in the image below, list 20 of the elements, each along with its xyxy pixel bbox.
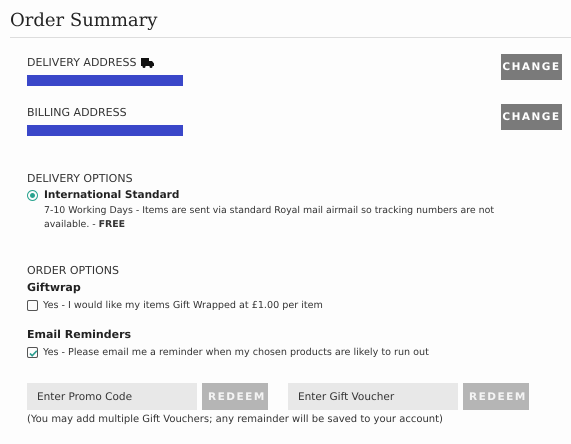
section-heading: DELIVERY OPTIONS (27, 172, 134, 185)
section-label: DELIVERY ADDRESS (27, 56, 136, 69)
option-title: Giftwrap (27, 281, 82, 294)
page-title: Order Summary (10, 0, 571, 38)
truck-icon (141, 58, 154, 68)
checkbox[interactable] (27, 300, 38, 311)
radio-button[interactable] (27, 190, 38, 201)
checkbox[interactable] (27, 347, 38, 358)
change-button[interactable]: CHANGE (501, 104, 562, 130)
code-field[interactable]: Enter Promo Code (27, 383, 197, 410)
option-description: 7-10 Working Days - Items are sent via standard Royal mail airmail so tracking numbers are not available. - FREE (44, 204, 496, 232)
voucher-note: (You may add multiple Gift Vouchers; any remainder will be saved to your account) (26, 414, 444, 425)
checkbox-label: Yes - I would like my items Gift Wrapped at £1.00 per item (43, 300, 323, 311)
change-button[interactable]: CHANGE (501, 54, 562, 80)
option-title: Email Reminders (27, 328, 132, 341)
section-label: BILLING ADDRESS (27, 106, 127, 119)
code-field[interactable]: Enter Gift Voucher (288, 383, 458, 410)
option-name: International Standard (44, 189, 180, 201)
checkbox-label: Yes - Please email me a reminder when my chosen products are likely to run out (43, 347, 429, 358)
section-heading: ORDER OPTIONS (27, 264, 120, 277)
